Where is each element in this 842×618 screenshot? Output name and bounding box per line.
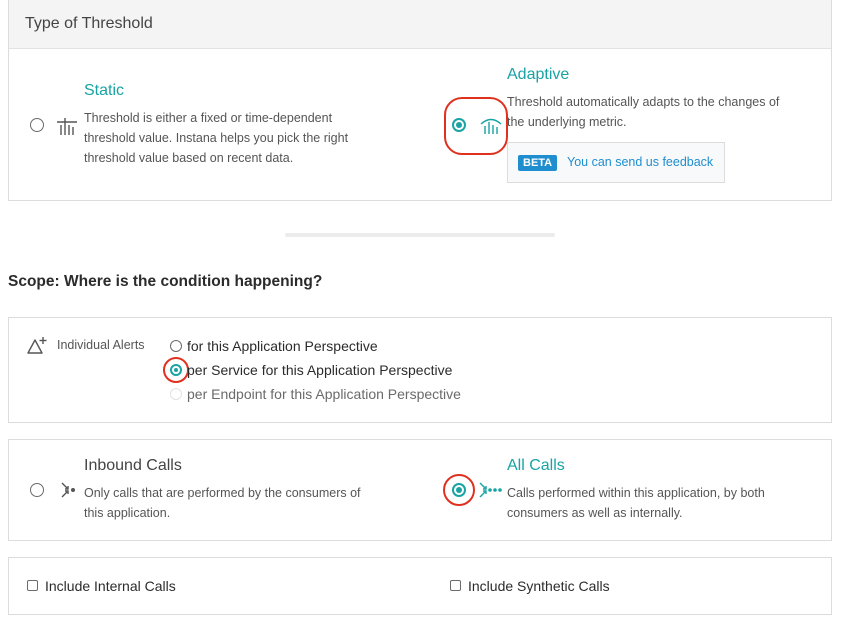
include-synthetic-calls-label[interactable]: Include Synthetic Calls	[468, 578, 610, 594]
inbound-desc-line: this application.	[84, 506, 171, 520]
threshold-header-title: Type of Threshold	[25, 15, 153, 32]
all-calls-highlight-circle	[443, 474, 475, 506]
static-desc-line: threshold value. Instana helps you pick …	[84, 131, 349, 145]
inbound-calls-radio[interactable]	[30, 483, 44, 497]
inbound-calls-title[interactable]: Inbound Calls	[84, 457, 182, 475]
scope-option-label-app[interactable]: for this Application Perspective	[187, 338, 378, 354]
all-calls-desc-line: consumers as well as internally.	[507, 506, 683, 520]
alert-triangle-icon	[27, 336, 49, 356]
adaptive-threshold-title[interactable]: Adaptive	[507, 66, 569, 84]
inbound-desc-line: Only calls that are performed by the con…	[84, 486, 361, 500]
service-highlight-circle	[163, 357, 189, 383]
include-internal-calls-checkbox[interactable]	[27, 580, 38, 591]
scope-option-radio-endpoint[interactable]	[170, 388, 182, 400]
all-calls-icon	[479, 480, 503, 500]
inbound-calls-description: Only calls that are performed by the con…	[84, 483, 404, 523]
adaptive-highlight-outline	[444, 97, 508, 155]
scope-option-label-service[interactable]: per Service for this Application Perspec…	[187, 362, 452, 378]
all-calls-title[interactable]: All Calls	[507, 457, 565, 475]
beta-badge: BETA	[518, 155, 558, 171]
section-divider	[285, 233, 555, 237]
all-calls-description: Calls performed within this application,…	[507, 483, 817, 523]
all-calls-desc-line: Calls performed within this application,…	[507, 486, 765, 500]
static-threshold-description: Threshold is either a fixed or time-depe…	[84, 108, 384, 168]
scope-option-label-endpoint[interactable]: per Endpoint for this Application Perspe…	[187, 386, 461, 402]
adaptive-desc-line: the underlying metric.	[507, 115, 627, 129]
static-threshold-title[interactable]: Static	[84, 82, 124, 100]
adaptive-desc-line: Threshold automatically adapts to the ch…	[507, 95, 780, 109]
adaptive-threshold-description: Threshold automatically adapts to the ch…	[507, 92, 817, 132]
feedback-link[interactable]: You can send us feedback	[567, 155, 713, 169]
static-desc-line: threshold value based on recent data.	[84, 151, 294, 165]
include-synthetic-calls-checkbox[interactable]	[450, 580, 461, 591]
scope-option-radio-app[interactable]	[170, 340, 182, 352]
static-threshold-radio[interactable]	[30, 118, 44, 132]
beta-feedback-box: BETA You can send us feedback	[507, 142, 725, 183]
scope-heading: Scope: Where is the condition happening?	[8, 273, 323, 290]
static-desc-line: Threshold is either a fixed or time-depe…	[84, 111, 333, 125]
include-internal-calls-label[interactable]: Include Internal Calls	[45, 578, 176, 594]
inbound-calls-icon	[60, 480, 78, 500]
individual-alerts-label: Individual Alerts	[57, 338, 145, 352]
static-threshold-icon	[56, 116, 78, 136]
